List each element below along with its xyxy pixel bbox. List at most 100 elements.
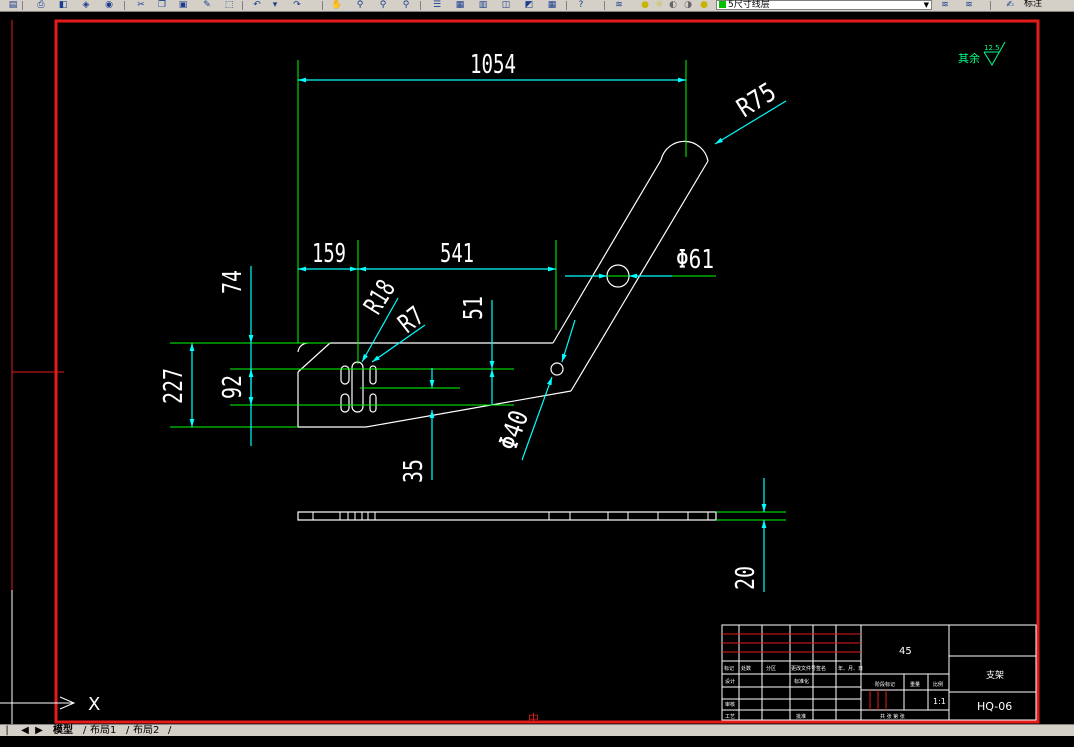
layer-manager-icon[interactable]: ≋ <box>612 0 626 10</box>
bottom-center-mark: 中 <box>528 712 539 724</box>
next-tab-icon[interactable]: ▶ <box>34 725 44 736</box>
sun-icon[interactable]: ☼ <box>652 0 666 10</box>
layout-tab-bar: |◀ ◀ ▶ 模型 / 布局1 / 布局2 / <box>0 724 1074 747</box>
tab-model[interactable]: 模型 <box>53 725 73 736</box>
dimstyle-icon[interactable]: ✍ <box>1003 0 1017 10</box>
dim-1054: 1054 <box>470 50 516 80</box>
dim-r75: R75 <box>732 77 782 124</box>
drawing-frame <box>54 19 1040 724</box>
drawing-svg: 1054 159 541 Φ61 R75 R18 R7 74 227 92 51… <box>0 19 1040 724</box>
ucs-x-label: X <box>88 694 100 715</box>
layer-name: 5尺寸线层 <box>728 0 770 10</box>
3dprint-icon[interactable]: ◉ <box>102 0 116 10</box>
weight-label: 重量 <box>910 681 920 688</box>
stage-mark-label: 阶段标记 <box>875 681 895 688</box>
ucs-icon: X <box>0 590 100 724</box>
dim-227: 227 <box>159 368 189 404</box>
material-text: 45 <box>899 646 912 657</box>
approve-label: 批准 <box>796 713 806 720</box>
dim-74: 74 <box>218 270 248 294</box>
pan-icon[interactable]: ✋ <box>330 0 344 10</box>
dim-159: 159 <box>312 239 346 269</box>
markup-icon[interactable]: ◩ <box>522 0 536 10</box>
row-label-0: 标记 <box>724 665 734 672</box>
toolpalette-icon[interactable]: ▥ <box>476 0 490 10</box>
tab-layout1[interactable]: 布局1 <box>90 725 116 736</box>
calculator-icon[interactable]: ▦ <box>545 0 559 10</box>
tab-layout2[interactable]: 布局2 <box>133 725 159 736</box>
paste-icon[interactable]: ▣ <box>176 0 190 10</box>
drawing-number-text: HQ-06 <box>977 700 1012 713</box>
plot-icon[interactable]: ◑ <box>681 0 695 10</box>
save-icon[interactable]: ▤ <box>6 0 20 10</box>
dimstyle-name[interactable]: 标注 <box>1024 0 1042 9</box>
properties-icon[interactable]: ☰ <box>430 0 444 10</box>
zoom-realtime-icon[interactable]: ⚲ <box>353 0 367 10</box>
review-label: 审核 <box>725 701 735 708</box>
dim-92: 92 <box>218 375 248 399</box>
lock-icon[interactable]: ◐ <box>666 0 680 10</box>
undo-icon[interactable]: ↶ <box>250 0 264 10</box>
layer-previous-icon[interactable]: ≋ <box>962 0 976 10</box>
prev-tab-icon[interactable]: ◀ <box>20 725 30 736</box>
publish-icon[interactable]: ◈ <box>79 0 93 10</box>
copy-icon[interactable]: ❐ <box>155 0 169 10</box>
layer-dropdown[interactable]: 5尺寸线层 ▼ <box>716 0 932 10</box>
row-label-5: 年、月、日 <box>838 665 863 672</box>
print-icon[interactable]: ⎙ <box>34 0 48 10</box>
sheetset-icon[interactable]: ◫ <box>499 0 513 10</box>
chevron-down-icon[interactable]: ▼ <box>924 1 929 10</box>
zoom-window-icon[interactable]: ⚲ <box>376 0 390 10</box>
part-name-text: 支架 <box>986 669 1004 681</box>
roughness-prefix: 其余 <box>958 51 980 65</box>
zoom-previous-icon[interactable]: ⚲ <box>399 0 413 10</box>
ratio-label: 比例 <box>933 681 943 688</box>
toolbar-separator <box>242 1 243 10</box>
dim-541: 541 <box>440 239 474 269</box>
make-current-layer-icon[interactable]: ≋ <box>938 0 952 10</box>
lightbulb-icon[interactable]: ● <box>638 0 652 10</box>
row-label-4: 签名 <box>816 665 826 672</box>
matchprop-icon[interactable]: ✎ <box>200 0 214 10</box>
dim-r7: R7 <box>393 301 430 339</box>
roughness-value: 12.5 <box>984 44 1000 52</box>
standard-toolbar: ▤ ⎙ ◧ ◈ ◉ ✂ ❐ ▣ ✎ ⬚ ↶ ▾ ↷ ✋ ⚲ ⚲ ⚲ ☰ ▦ ▥ … <box>0 0 1074 12</box>
tab-separator: / <box>83 725 87 736</box>
dim-20: 20 <box>731 566 761 590</box>
dim-35: 35 <box>399 459 429 483</box>
toolbar-separator <box>566 1 567 10</box>
undo-dropdown-icon[interactable]: ▾ <box>268 0 282 10</box>
row-label-3: 更改文件号 <box>791 665 816 672</box>
surface-roughness-symbol: 其余 12.5 <box>958 41 1006 66</box>
design-label: 设计 <box>725 678 735 685</box>
side-view-ticks <box>312 512 709 520</box>
designcenter-icon[interactable]: ▦ <box>453 0 467 10</box>
part-outline <box>297 140 717 521</box>
cut-icon[interactable]: ✂ <box>134 0 148 10</box>
model-space-canvas[interactable]: 1054 159 541 Φ61 R75 R18 R7 74 227 92 51… <box>0 12 1074 724</box>
toolbar-separator <box>420 1 421 10</box>
row-label-2: 分区 <box>766 665 776 672</box>
tab-separator: / <box>126 725 130 736</box>
help-icon[interactable]: ? <box>574 0 588 10</box>
preview-icon[interactable]: ◧ <box>56 0 70 10</box>
redo-icon[interactable]: ↷ <box>290 0 304 10</box>
layer-color-swatch <box>719 1 726 8</box>
dim-51: 51 <box>459 296 489 320</box>
toolbar-separator <box>604 1 605 10</box>
toolbar-separator <box>124 1 125 10</box>
dimension-lines <box>189 77 787 592</box>
process-label: 工艺 <box>725 714 735 720</box>
blockeditor-icon[interactable]: ⬚ <box>222 0 236 10</box>
toolbar-separator <box>22 1 23 10</box>
dim-phi61: Φ61 <box>676 245 714 275</box>
first-tab-icon[interactable]: |◀ <box>2 725 12 747</box>
sheets-label: 共 张 第 张 <box>880 713 905 720</box>
bulb-small-icon[interactable]: ● <box>697 0 711 10</box>
standard-label: 标准化 <box>794 678 809 685</box>
dim-phi40: Φ40 <box>493 407 535 455</box>
scale-text: 1:1 <box>933 697 946 706</box>
tab-separator: / <box>168 725 172 736</box>
row-label-1: 处数 <box>741 665 751 672</box>
extension-lines <box>170 60 786 521</box>
